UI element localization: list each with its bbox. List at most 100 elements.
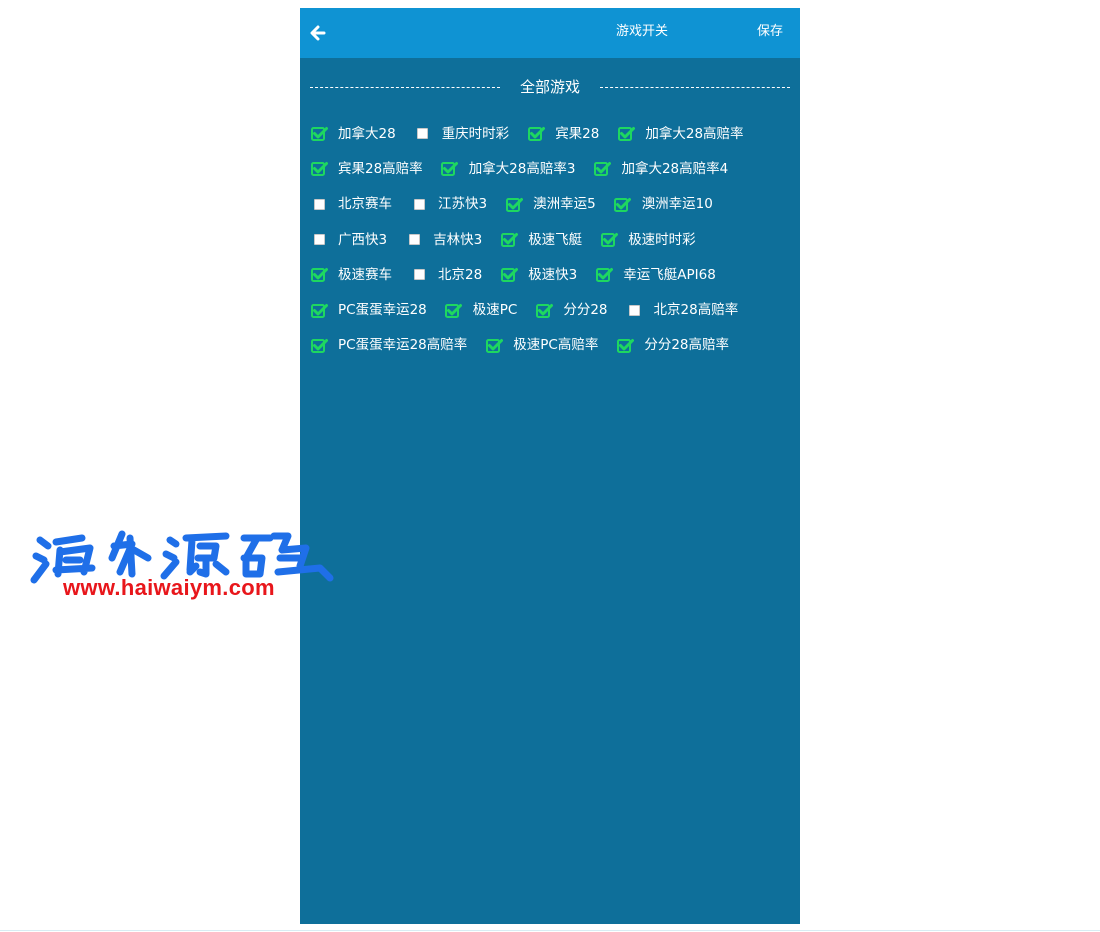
game-row: 北京赛车 江苏快3 澳洲幸运5 澳洲幸运10 (310, 187, 790, 222)
checkbox-checked-icon[interactable] (617, 125, 635, 143)
game-toggle[interactable]: 加拿大28高赔率 (617, 125, 744, 143)
game-toggle[interactable]: 分分28高赔率 (616, 336, 729, 354)
game-toggle[interactable]: 极速快3 (500, 266, 577, 284)
checkbox-box (413, 198, 425, 210)
game-checkbox-grid: 加拿大28 重庆时时彩 宾果28 加拿大28高赔率宾果28高赔率 加拿大28高赔率3 加拿… (310, 116, 790, 363)
game-label: 澳洲幸运10 (641, 196, 713, 213)
game-toggle[interactable]: 极速PC高赔率 (485, 336, 598, 354)
game-toggle[interactable]: 重庆时时彩 (414, 125, 510, 143)
game-label: 江苏快3 (438, 196, 488, 213)
game-toggle[interactable]: 吉林快3 (405, 231, 482, 249)
game-row: PC蛋蛋幸运28 极速PC 分分28 北京28高赔率 (310, 292, 790, 327)
game-toggle[interactable]: 宾果28高赔率 (310, 160, 423, 178)
checkbox-unchecked-icon[interactable] (310, 231, 328, 249)
game-toggle[interactable]: 加拿大28高赔率3 (441, 160, 576, 178)
game-toggle[interactable]: 加拿大28高赔率4 (593, 160, 728, 178)
game-toggle[interactable]: 加拿大28 (310, 125, 396, 143)
checkbox-unchecked-icon[interactable] (405, 231, 423, 249)
game-toggle[interactable]: 极速PC (445, 301, 518, 319)
checkbox-unchecked-icon[interactable] (414, 125, 432, 143)
back-button[interactable] (310, 25, 326, 41)
page-title: 游戏开关 (616, 24, 669, 39)
game-label: 广西快3 (338, 231, 388, 248)
checkbox-checked-icon[interactable] (485, 336, 503, 354)
checkbox-checked-icon[interactable] (505, 195, 523, 213)
game-label: 北京赛车 (338, 196, 392, 213)
game-row: PC蛋蛋幸运28高赔率 极速PC高赔率 分分28高赔率 (310, 328, 790, 363)
game-label: 加拿大28高赔率4 (621, 160, 729, 177)
game-toggle[interactable]: PC蛋蛋幸运28高赔率 (310, 336, 467, 354)
checkbox-box (413, 269, 425, 281)
checkbox-unchecked-icon[interactable] (310, 195, 328, 213)
game-label: 宾果28 (555, 125, 600, 142)
checkbox-checked-icon[interactable] (310, 160, 328, 178)
game-toggle[interactable]: 分分28 (535, 301, 608, 319)
game-label: 宾果28高赔率 (338, 160, 423, 177)
game-label: 极速赛车 (338, 266, 392, 283)
game-label: PC蛋蛋幸运28 (338, 302, 427, 319)
game-label: 分分28 (563, 302, 608, 319)
game-row: 宾果28高赔率 加拿大28高赔率3 加拿大28高赔率4 (310, 151, 790, 186)
section-divider-right (600, 86, 791, 88)
checkbox-checked-icon[interactable] (600, 231, 618, 249)
game-label: 重庆时时彩 (441, 125, 510, 142)
checkbox-unchecked-icon[interactable] (410, 266, 428, 284)
game-toggle[interactable]: 极速飞艇 (500, 231, 582, 249)
game-label: 澳洲幸运5 (533, 196, 596, 213)
checkbox-unchecked-icon[interactable] (626, 301, 644, 319)
game-label: 极速时时彩 (628, 231, 696, 248)
header-bar: 游戏开关 保存 (300, 8, 800, 58)
checkbox-checked-icon[interactable] (500, 231, 518, 249)
game-label: 幸运飞艇API68 (623, 266, 716, 283)
game-row: 广西快3 吉林快3 极速飞艇 极速时时彩 (310, 222, 790, 257)
game-toggle[interactable]: 极速时时彩 (600, 231, 696, 249)
save-button[interactable]: 保存 (757, 23, 783, 41)
game-label: 吉林快3 (433, 231, 483, 248)
checkbox-box (313, 234, 325, 246)
checkbox-checked-icon[interactable] (310, 301, 328, 319)
checkbox-checked-icon[interactable] (441, 160, 459, 178)
page-bottom-divider (0, 930, 1100, 931)
section-divider-left (310, 86, 500, 88)
checkbox-unchecked-icon[interactable] (410, 195, 428, 213)
game-toggle[interactable]: 澳洲幸运10 (614, 195, 713, 213)
checkbox-checked-icon[interactable] (616, 336, 634, 354)
game-label: 极速PC高赔率 (513, 337, 599, 354)
game-label: 极速PC (472, 302, 518, 319)
checkbox-checked-icon[interactable] (310, 125, 328, 143)
game-label: 极速快3 (528, 266, 578, 283)
checkbox-checked-icon[interactable] (445, 301, 463, 319)
game-toggle[interactable]: 澳洲幸运5 (505, 195, 596, 213)
game-toggle[interactable]: 幸运飞艇API68 (595, 266, 716, 284)
game-label: 加拿大28高赔率 (645, 125, 744, 142)
game-label: 北京28 (438, 266, 483, 283)
checkbox-checked-icon[interactable] (310, 336, 328, 354)
game-toggle[interactable]: 江苏快3 (410, 195, 487, 213)
checkbox-box (417, 128, 429, 140)
section-title: 全部游戏 (520, 78, 581, 96)
game-label: 分分28高赔率 (644, 337, 730, 354)
checkbox-checked-icon[interactable] (527, 125, 545, 143)
checkbox-box (313, 198, 325, 210)
checkbox-checked-icon[interactable] (500, 266, 518, 284)
game-toggle[interactable]: PC蛋蛋幸运28 (310, 301, 427, 319)
watermark-url: www.haiwaiym.com (63, 575, 275, 600)
game-toggle[interactable]: 广西快3 (310, 231, 387, 249)
game-row: 加拿大28 重庆时时彩 宾果28 加拿大28高赔率 (310, 116, 790, 151)
checkbox-checked-icon[interactable] (310, 266, 328, 284)
checkbox-checked-icon[interactable] (593, 160, 611, 178)
game-toggle[interactable]: 北京28 (410, 266, 482, 284)
game-row: 极速赛车 北京28 极速快3 幸运飞艇API68 (310, 257, 790, 292)
game-label: 极速飞艇 (528, 231, 583, 248)
game-label: 加拿大28 (338, 125, 396, 142)
arrow-left-icon (310, 25, 326, 41)
game-label: 加拿大28高赔率3 (468, 160, 576, 177)
checkbox-checked-icon[interactable] (595, 266, 613, 284)
game-toggle[interactable]: 宾果28 (527, 125, 599, 143)
game-toggle[interactable]: 北京28高赔率 (626, 301, 738, 319)
checkbox-checked-icon[interactable] (614, 195, 632, 213)
game-toggle[interactable]: 极速赛车 (310, 266, 392, 284)
game-switch-panel: 游戏开关 保存 全部游戏 加拿大28 重庆时时彩 宾果28 加拿大28高赔率宾果28高… (300, 8, 800, 924)
game-toggle[interactable]: 北京赛车 (310, 195, 392, 213)
checkbox-checked-icon[interactable] (535, 301, 553, 319)
